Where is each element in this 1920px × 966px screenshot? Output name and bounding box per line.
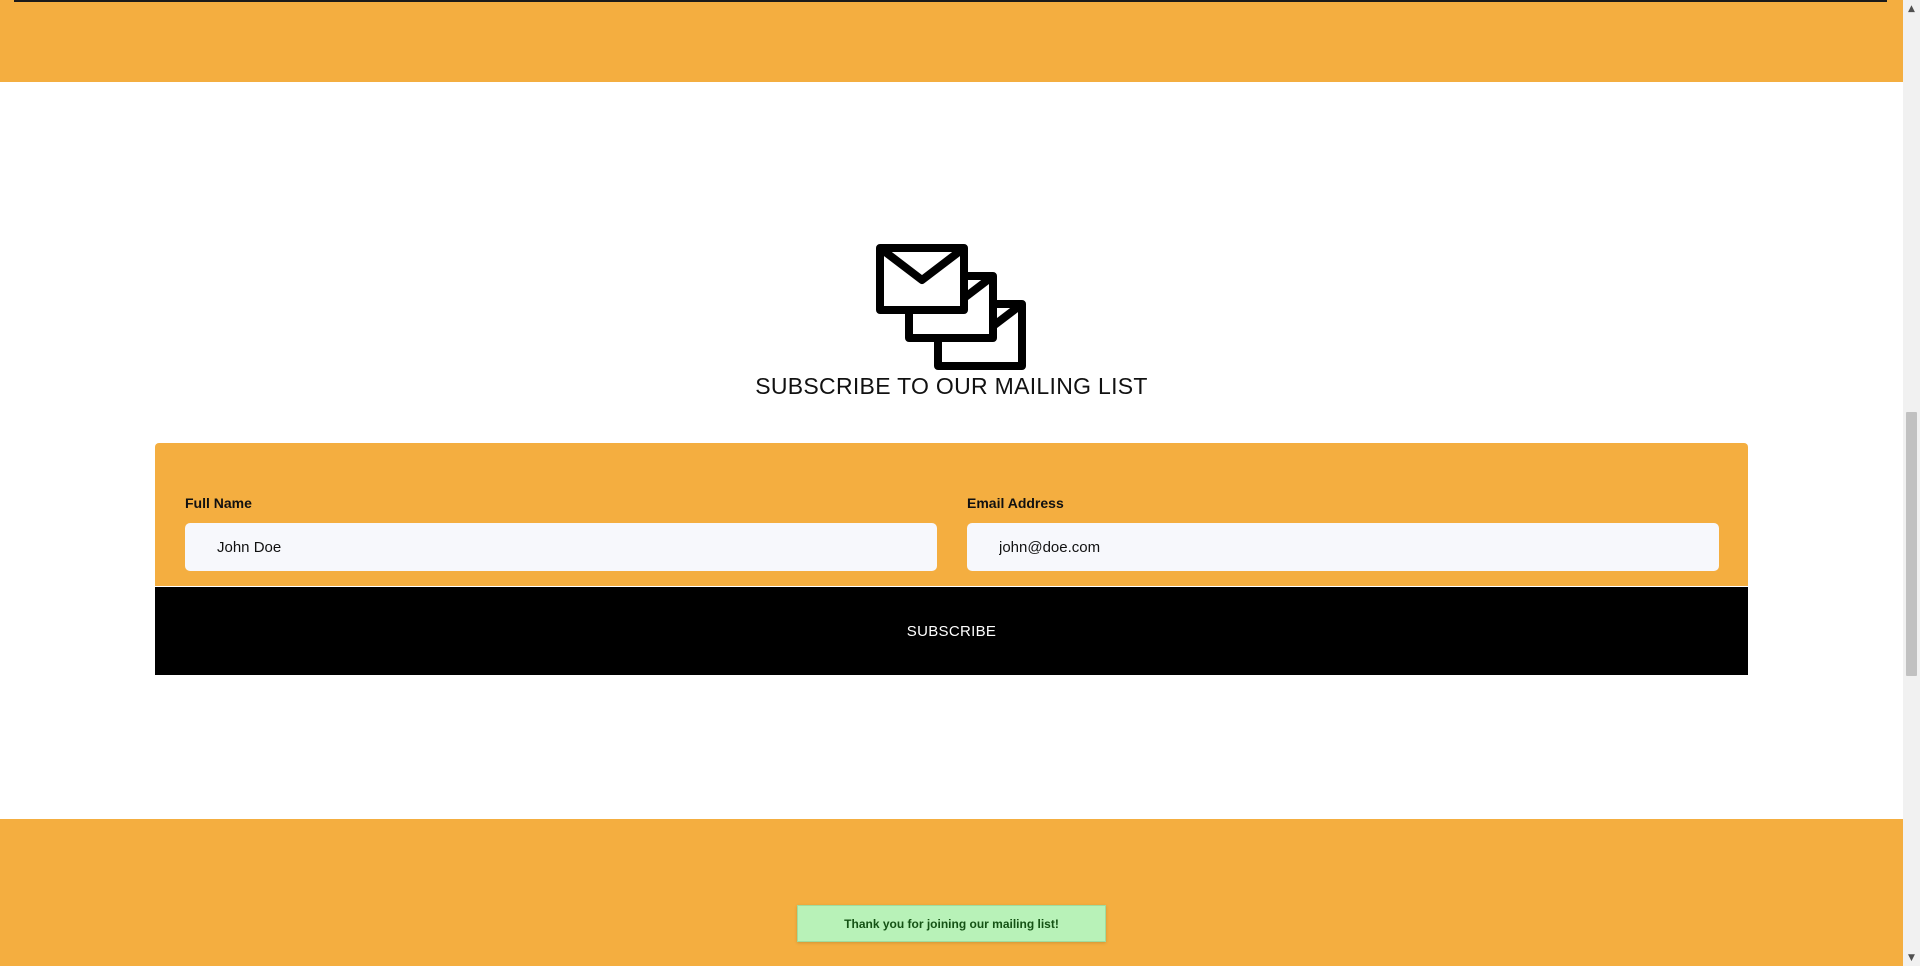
- toast-notification: Thank you for joining our mailing list!: [797, 905, 1106, 942]
- subscribe-form: Full Name Email Address: [155, 443, 1748, 586]
- toast-message: Thank you for joining our mailing list!: [844, 916, 1059, 931]
- email-address-label: Email Address: [967, 495, 1064, 511]
- full-name-input[interactable]: [185, 523, 937, 571]
- email-address-input[interactable]: [967, 523, 1719, 571]
- page: SUBSCRIBE TO OUR MAILING LIST Full Name …: [0, 0, 1903, 966]
- scroll-up-arrow-icon[interactable]: ▲: [1903, 0, 1920, 17]
- full-name-label: Full Name: [185, 495, 252, 511]
- scroll-thumb[interactable]: [1906, 412, 1917, 676]
- subscribe-button[interactable]: SUBSCRIBE: [155, 587, 1748, 675]
- multiple-envelopes-icon: [876, 244, 1026, 370]
- vertical-scrollbar[interactable]: ▲ ▼: [1903, 0, 1920, 966]
- top-band: [0, 0, 1903, 82]
- divider: [14, 0, 1887, 2]
- bottom-band: [0, 819, 1903, 966]
- scroll-down-arrow-icon[interactable]: ▼: [1903, 949, 1920, 966]
- section-title: SUBSCRIBE TO OUR MAILING LIST: [755, 373, 1148, 399]
